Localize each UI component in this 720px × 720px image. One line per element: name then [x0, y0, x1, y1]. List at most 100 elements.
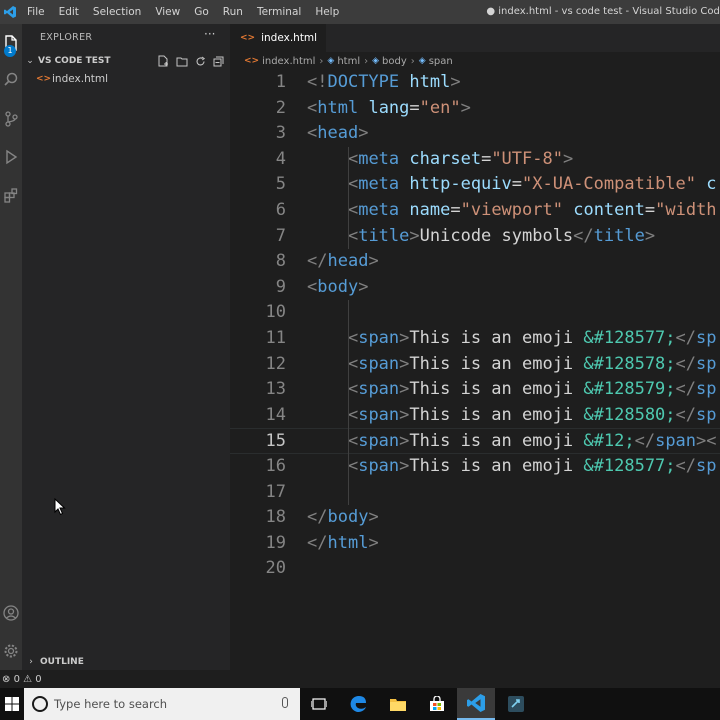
- breadcrumb-body[interactable]: body: [382, 56, 407, 67]
- outline-section-header[interactable]: › OUTLINE: [22, 653, 230, 671]
- code-text: <span>This is an emoji &#128577;</sp: [307, 326, 717, 352]
- code-line[interactable]: 5 <meta http-equiv="X-UA-Compatible" c: [230, 172, 720, 198]
- code-line[interactable]: 8 </head>: [230, 249, 720, 275]
- taskbar-search-box[interactable]: Type here to search: [24, 688, 300, 720]
- code-line[interactable]: 16 <span>This is an emoji &#128577;</sp: [230, 454, 720, 480]
- code-line[interactable]: 11 <span>This is an emoji &#128577;</sp: [230, 326, 720, 352]
- code-line[interactable]: 14 <span>This is an emoji &#128580;</sp: [230, 403, 720, 429]
- breadcrumb-file[interactable]: index.html: [262, 56, 315, 67]
- code-token: body: [317, 276, 359, 297]
- settings-gear-icon[interactable]: [0, 636, 22, 666]
- code-line[interactable]: 12 <span>This is an emoji &#128578;</sp: [230, 352, 720, 378]
- code-token: meta: [358, 148, 400, 169]
- code-line[interactable]: 4 <meta charset="UTF-8">: [230, 147, 720, 173]
- code-text: <span>This is an emoji &#128579;</sp: [307, 377, 717, 403]
- folder-section-header[interactable]: ⌄ VS CODE TEST: [22, 52, 230, 70]
- menu-terminal[interactable]: Terminal: [250, 0, 308, 24]
- code-token: This is an emoji: [409, 353, 584, 374]
- extensions-icon[interactable]: [0, 180, 22, 210]
- mouse-cursor-icon: [54, 497, 66, 520]
- files-icon[interactable]: 1: [0, 28, 22, 58]
- menu-edit[interactable]: Edit: [52, 0, 86, 24]
- new-file-icon[interactable]: [158, 52, 169, 71]
- file-item-index-html[interactable]: <> index.html: [22, 70, 230, 88]
- line-number: 18: [265, 507, 286, 528]
- code-line[interactable]: 1 <!DOCTYPE html>: [230, 70, 720, 96]
- warning-icon: ⚠: [23, 673, 33, 685]
- vscode-taskbar-icon[interactable]: [457, 688, 495, 720]
- app-icon[interactable]: [497, 688, 535, 720]
- code-token: >: [399, 431, 410, 452]
- code-line[interactable]: 6 <meta name="viewport" content="width: [230, 198, 720, 224]
- breadcrumb-separator-icon: ›: [364, 55, 369, 67]
- html-file-icon: <>: [244, 56, 260, 66]
- code-token: span: [358, 431, 400, 452]
- windows-start-icon[interactable]: [0, 688, 24, 720]
- code-text: <body>: [307, 275, 368, 301]
- code-token: </: [307, 251, 328, 272]
- code-token: =: [644, 200, 656, 220]
- task-view-icon[interactable]: [300, 688, 338, 720]
- more-actions-icon[interactable]: ···: [204, 27, 215, 41]
- menu-selection[interactable]: Selection: [86, 0, 148, 24]
- code-line[interactable]: 20: [230, 556, 720, 582]
- code-line[interactable]: 18 </body>: [230, 505, 720, 531]
- new-folder-icon[interactable]: [176, 52, 188, 71]
- code-line[interactable]: 17: [230, 480, 720, 506]
- code-token: This is an emoji: [409, 328, 584, 348]
- edge-icon[interactable]: [340, 688, 378, 720]
- breadcrumb-separator-icon: ›: [410, 55, 415, 67]
- code-line[interactable]: 13 <span>This is an emoji &#128579;</sp: [230, 377, 720, 403]
- code-token: &#128580;: [583, 404, 676, 425]
- file-explorer-icon[interactable]: [379, 688, 417, 720]
- search-icon[interactable]: [0, 64, 22, 94]
- code-token: charset: [409, 148, 482, 169]
- code-token: >: [562, 148, 574, 169]
- breadcrumb: <> index.html › ◈ html › ◈ body › ◈ span: [230, 52, 720, 70]
- element-icon: ◈: [327, 56, 335, 66]
- store-icon[interactable]: [418, 688, 456, 720]
- code-text: <meta name="viewport" content="width: [307, 198, 717, 224]
- code-line[interactable]: 19 </html>: [230, 531, 720, 557]
- menu-run[interactable]: Run: [216, 0, 250, 24]
- menu-help[interactable]: Help: [308, 0, 346, 24]
- breadcrumb-html[interactable]: html: [337, 56, 360, 67]
- code-token: >: [409, 225, 420, 246]
- code-token: </: [675, 379, 697, 400]
- search-placeholder: Type here to search: [54, 697, 168, 711]
- menu-go[interactable]: Go: [187, 0, 216, 24]
- breadcrumb-span[interactable]: span: [429, 56, 453, 67]
- code-line[interactable]: 7 <title>Unicode symbols</title>: [230, 224, 720, 250]
- code-token: =: [450, 200, 461, 220]
- code-line[interactable]: 2 <html lang="en">: [230, 96, 720, 122]
- code-line[interactable]: 15 <span>This is an emoji &#12;</span><: [230, 428, 720, 454]
- source-control-icon[interactable]: [0, 104, 22, 134]
- code-line[interactable]: 3 <head>: [230, 121, 720, 147]
- menu-view[interactable]: View: [148, 0, 187, 24]
- code-token: span: [358, 379, 400, 400]
- tab-index-html[interactable]: <> index.html: [230, 24, 326, 52]
- code-line[interactable]: 9 <body>: [230, 275, 720, 301]
- code-text: <span>This is an emoji &#128580;</sp: [307, 403, 717, 429]
- collapse-all-icon[interactable]: [213, 52, 224, 71]
- code-token: </: [675, 328, 697, 348]
- run-debug-icon[interactable]: [0, 142, 22, 172]
- code-text: </html>: [307, 531, 379, 557]
- account-icon[interactable]: [0, 598, 22, 628]
- refresh-icon[interactable]: [195, 52, 206, 71]
- problems-status[interactable]: ⊗ 0 ⚠ 0: [2, 674, 42, 685]
- menu-file[interactable]: File: [20, 0, 52, 24]
- code-editor[interactable]: 1 <!DOCTYPE html> 2 <html lang="en"> 3 <head>…: [230, 70, 720, 670]
- chevron-right-icon: ›: [29, 657, 33, 667]
- code-token: name: [409, 200, 451, 220]
- microphone-icon[interactable]: [282, 697, 288, 708]
- code-line[interactable]: 10: [230, 300, 720, 326]
- code-token: >: [399, 328, 410, 348]
